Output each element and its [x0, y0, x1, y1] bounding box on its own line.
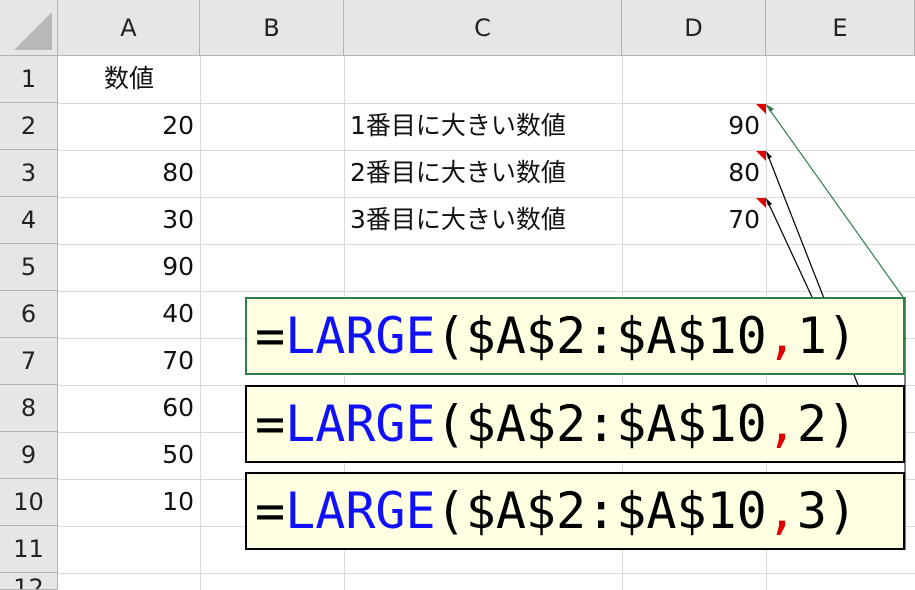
cell-a10[interactable]: 10	[58, 479, 200, 525]
select-all-corner[interactable]	[0, 0, 58, 56]
formula-rank: 1)	[796, 307, 858, 365]
cell-d3[interactable]: 80	[622, 150, 766, 196]
column-header-d[interactable]: D	[622, 0, 766, 56]
cell-a8[interactable]: 60	[58, 385, 200, 431]
comment-marker-icon[interactable]	[756, 198, 766, 208]
formula-comma: ,	[766, 395, 797, 453]
row-header-4[interactable]: 4	[0, 197, 58, 244]
formula-function-name: LARGE	[285, 395, 436, 453]
formula-callout-3[interactable]: = LARGE ($A$2:$A$10, 3)	[245, 472, 905, 550]
cell-a2[interactable]: 20	[58, 103, 200, 149]
cell-c4[interactable]: 3番目に大きい数値	[344, 197, 622, 243]
row-header-7[interactable]: 7	[0, 338, 58, 385]
row-header-11[interactable]: 11	[0, 526, 58, 573]
comment-marker-icon[interactable]	[756, 151, 766, 161]
formula-rank: 3)	[796, 482, 858, 540]
comment-marker-icon[interactable]	[756, 104, 766, 114]
connector-line-3	[766, 199, 813, 298]
row-header-12[interactable]: 12	[0, 573, 58, 590]
column-header-b[interactable]: B	[200, 0, 344, 56]
formula-comma: ,	[766, 307, 797, 365]
row-header-8[interactable]: 8	[0, 385, 58, 432]
formula-prefix: =	[255, 307, 286, 365]
formula-range: ($A$2:$A$10	[435, 482, 767, 540]
row-header-3[interactable]: 3	[0, 150, 58, 197]
cell-a9[interactable]: 50	[58, 432, 200, 478]
column-header-a[interactable]: A	[58, 0, 200, 56]
formula-function-name: LARGE	[285, 482, 436, 540]
grid-line	[58, 573, 915, 574]
spreadsheet: A B C D E 1 2 3 4 5 6 7 8 9 10 11 12 数値 …	[0, 0, 915, 590]
formula-prefix: =	[255, 395, 286, 453]
formula-range: ($A$2:$A$10	[435, 307, 767, 365]
row-header-2[interactable]: 2	[0, 103, 58, 150]
cell-d4[interactable]: 70	[622, 197, 766, 243]
cell-a6[interactable]: 40	[58, 291, 200, 337]
formula-range: ($A$2:$A$10	[435, 395, 767, 453]
formula-callout-1[interactable]: = LARGE ($A$2:$A$10, 1)	[245, 297, 905, 375]
grid-line	[200, 56, 201, 590]
cell-d2[interactable]: 90	[622, 103, 766, 149]
select-all-triangle-icon	[14, 11, 52, 50]
cell-c3[interactable]: 2番目に大きい数値	[344, 150, 622, 196]
cell-a7[interactable]: 70	[58, 338, 200, 384]
row-header-1[interactable]: 1	[0, 56, 58, 103]
column-header-c[interactable]: C	[344, 0, 622, 56]
connector-line-1	[766, 105, 904, 298]
cell-c2[interactable]: 1番目に大きい数値	[344, 103, 622, 149]
row-header-6[interactable]: 6	[0, 291, 58, 338]
row-header-10[interactable]: 10	[0, 479, 58, 526]
row-header-5[interactable]: 5	[0, 244, 58, 291]
row-header-9[interactable]: 9	[0, 432, 58, 479]
cell-a3[interactable]: 80	[58, 150, 200, 196]
connector-arrowhead-1	[766, 104, 774, 112]
formula-callout-2[interactable]: = LARGE ($A$2:$A$10, 2)	[245, 385, 905, 463]
column-header-e[interactable]: E	[766, 0, 915, 56]
formula-function-name: LARGE	[285, 307, 436, 365]
formula-rank: 2)	[796, 395, 858, 453]
cell-a5[interactable]: 90	[58, 244, 200, 290]
formula-comma: ,	[766, 482, 797, 540]
formula-prefix: =	[255, 482, 286, 540]
cell-a4[interactable]: 30	[58, 197, 200, 243]
cell-a1[interactable]: 数値	[58, 56, 200, 102]
